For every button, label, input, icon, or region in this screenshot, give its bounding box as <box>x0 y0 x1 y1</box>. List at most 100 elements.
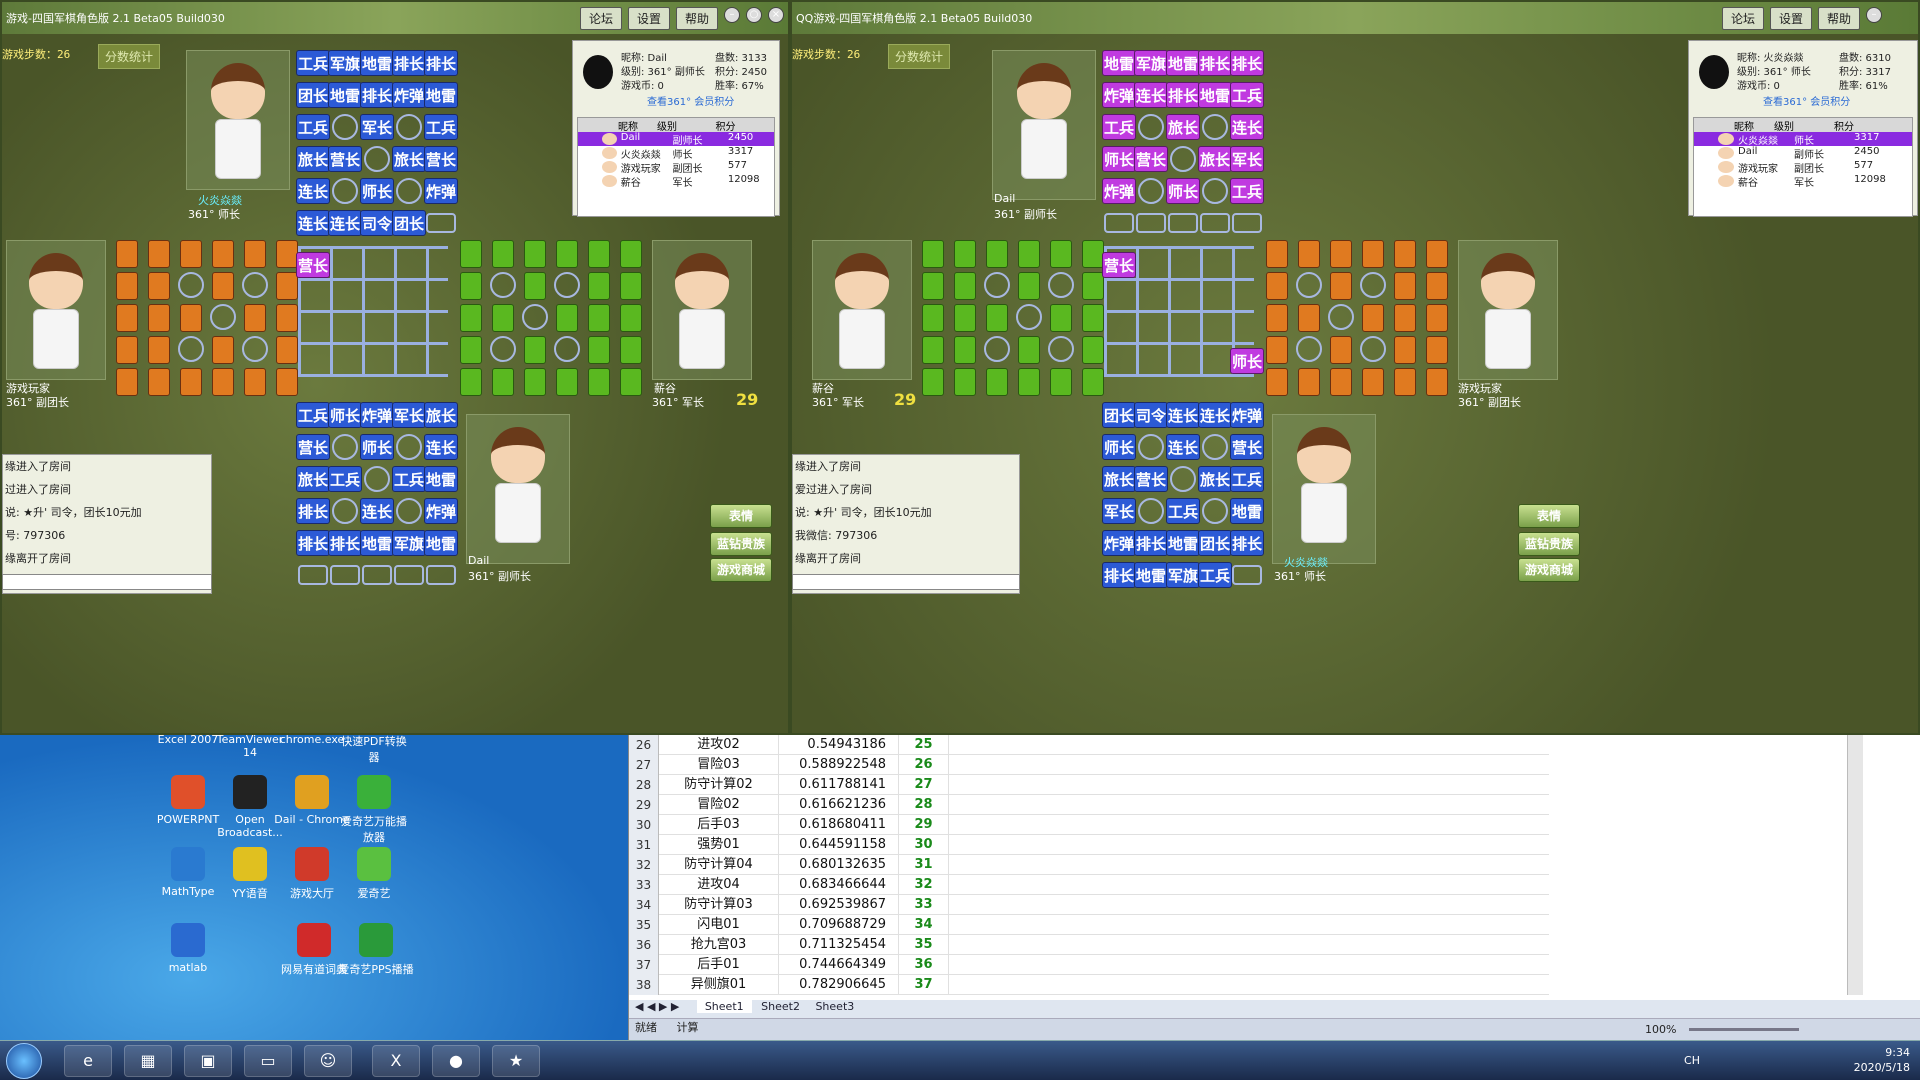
board-slot[interactable] <box>1200 213 1230 233</box>
desktop-icon[interactable]: 爱奇艺 <box>336 847 412 901</box>
board-piece[interactable]: 营长 <box>1230 434 1264 460</box>
board-piece-hidden[interactable] <box>954 272 976 300</box>
board-piece-hidden[interactable] <box>1050 368 1072 396</box>
board-piece[interactable]: 排长 <box>360 82 394 108</box>
board-piece-hidden[interactable] <box>922 240 944 268</box>
board-piece[interactable]: 师长 <box>360 178 394 204</box>
board-piece-hidden[interactable] <box>212 272 234 300</box>
board-piece-hidden[interactable] <box>244 304 266 332</box>
board-piece[interactable]: 炸弹 <box>1230 402 1264 428</box>
board-piece-hidden[interactable] <box>922 304 944 332</box>
cell-value[interactable]: 0.692539867 <box>779 895 899 915</box>
board-piece[interactable]: 炸弹 <box>1102 82 1136 108</box>
board-piece-hidden[interactable] <box>1426 336 1448 364</box>
sheet-nav-icon[interactable]: ◀ ◀ ▶ ▶ <box>635 1000 679 1013</box>
game-taskbar-icon[interactable]: ★ <box>492 1045 540 1077</box>
cell-value[interactable]: 0.616621236 <box>779 795 899 815</box>
board-piece[interactable]: 排长 <box>296 530 330 556</box>
player-list-row[interactable]: Dail 副师长 2450 <box>578 132 774 147</box>
board-piece-hidden[interactable] <box>1050 304 1072 332</box>
board-camp[interactable] <box>1328 304 1354 330</box>
row-number[interactable]: 28 <box>629 775 659 795</box>
close-icon[interactable]: × <box>768 7 784 23</box>
row-number[interactable]: 35 <box>629 915 659 935</box>
board-piece[interactable]: 排长 <box>296 498 330 524</box>
board-piece[interactable]: 地雷 <box>1166 50 1200 76</box>
board-piece-hidden[interactable] <box>492 368 514 396</box>
player-list-row[interactable]: 游戏玩家 副团长 577 <box>1694 160 1912 175</box>
board-camp[interactable] <box>490 336 516 362</box>
board-piece-hidden[interactable] <box>1330 240 1352 268</box>
board-piece[interactable]: 工兵 <box>1102 114 1136 140</box>
table-row[interactable]: 37 后手01 0.744664349 36 <box>629 955 1549 975</box>
clock-date[interactable]: 2020/5/18 <box>1854 1060 1910 1075</box>
board-slot[interactable] <box>1232 213 1262 233</box>
player-list-row[interactable]: 薪谷 军长 12098 <box>1694 174 1912 189</box>
board-camp[interactable] <box>554 272 580 298</box>
sheet-tab-3[interactable]: Sheet3 <box>815 1000 854 1013</box>
board-piece-hidden[interactable] <box>954 240 976 268</box>
player-list-row[interactable]: 薪谷 军长 12098 <box>578 174 774 189</box>
board-camp[interactable] <box>364 146 390 172</box>
board-piece-hidden[interactable] <box>1266 240 1288 268</box>
ie-icon[interactable]: e <box>64 1045 112 1077</box>
board-piece-hidden[interactable] <box>588 272 610 300</box>
cell-name[interactable]: 闪电01 <box>659 915 779 935</box>
board-piece-hidden[interactable] <box>1394 336 1416 364</box>
board-piece[interactable]: 炸弹 <box>1102 530 1136 556</box>
board-piece-hidden[interactable] <box>620 368 642 396</box>
board-piece[interactable]: 团长 <box>392 210 426 236</box>
player-avatar-left[interactable] <box>812 240 912 380</box>
board-piece-hidden[interactable] <box>116 240 138 268</box>
board-piece-hidden[interactable] <box>276 368 298 396</box>
board-piece-hidden[interactable] <box>212 336 234 364</box>
input-language[interactable]: CH <box>1684 1053 1700 1068</box>
board-piece-hidden[interactable] <box>244 240 266 268</box>
board-piece[interactable]: 旅长 <box>1166 114 1200 140</box>
list-header-cell[interactable]: 级别 <box>1774 118 1834 133</box>
board-piece[interactable]: 排长 <box>1166 82 1200 108</box>
row-number[interactable]: 34 <box>629 895 659 915</box>
cell-rank[interactable]: 37 <box>899 975 949 995</box>
board-piece-hidden[interactable] <box>1266 272 1288 300</box>
vertical-scrollbar[interactable] <box>1847 735 1863 995</box>
board-piece[interactable]: 工兵 <box>1198 562 1232 588</box>
board-piece[interactable]: 连长 <box>1166 402 1200 428</box>
board-piece[interactable]: 军旗 <box>1134 50 1168 76</box>
board-piece-hidden[interactable] <box>180 240 202 268</box>
board-camp[interactable] <box>522 304 548 330</box>
board-piece[interactable]: 炸弹 <box>424 178 458 204</box>
board-piece[interactable]: 工兵 <box>296 402 330 428</box>
board-piece[interactable]: 排长 <box>1198 50 1232 76</box>
board-piece[interactable]: 连长 <box>296 210 330 236</box>
cell-value[interactable]: 0.680132635 <box>779 855 899 875</box>
row-number[interactable]: 38 <box>629 975 659 995</box>
board-piece-hidden[interactable] <box>1018 240 1040 268</box>
board-piece[interactable]: 工兵 <box>1230 82 1264 108</box>
board-camp[interactable] <box>1048 272 1074 298</box>
board-piece-hidden[interactable] <box>180 368 202 396</box>
board-camp[interactable] <box>554 336 580 362</box>
board-camp[interactable] <box>1138 434 1164 460</box>
board-camp[interactable] <box>396 178 422 204</box>
row-number[interactable]: 37 <box>629 955 659 975</box>
board-camp[interactable] <box>1048 336 1074 362</box>
board-piece-hidden[interactable] <box>1082 240 1104 268</box>
board-piece-hidden[interactable] <box>588 240 610 268</box>
board-piece-hidden[interactable] <box>1050 240 1072 268</box>
board-piece[interactable]: 排长 <box>1230 50 1264 76</box>
cell-value[interactable]: 0.744664349 <box>779 955 899 975</box>
cell-name[interactable]: 强势01 <box>659 835 779 855</box>
board-camp[interactable] <box>984 336 1010 362</box>
cell-value[interactable]: 0.618680411 <box>779 815 899 835</box>
board-piece-hidden[interactable] <box>460 336 482 364</box>
board-piece[interactable]: 军长 <box>360 114 394 140</box>
board-piece[interactable]: 连长 <box>1230 114 1264 140</box>
zoom-slider[interactable] <box>1689 1028 1799 1031</box>
remote-desktop-icon[interactable]: ▣ <box>184 1045 232 1077</box>
board-piece[interactable]: 排长 <box>1230 530 1264 556</box>
board-piece[interactable]: 军长 <box>392 402 426 428</box>
board-piece[interactable]: 旅长 <box>392 146 426 172</box>
board-camp[interactable] <box>490 272 516 298</box>
board-camp[interactable] <box>210 304 236 330</box>
